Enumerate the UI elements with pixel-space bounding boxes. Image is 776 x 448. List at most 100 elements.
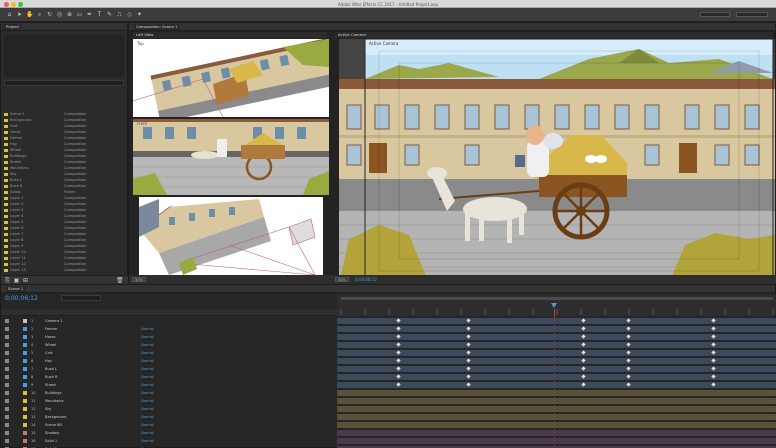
layer-name[interactable]: Camera 1 xyxy=(45,317,63,324)
layer-mode[interactable]: Normal xyxy=(141,325,154,332)
layer-track[interactable] xyxy=(337,397,776,405)
layer-label-color[interactable] xyxy=(23,399,27,403)
layer-duration-bar[interactable] xyxy=(337,366,776,372)
layer-mode[interactable]: Normal xyxy=(141,381,154,388)
layer-track[interactable] xyxy=(337,317,776,325)
zoom-tool-icon[interactable]: ⌕ xyxy=(36,11,43,18)
layer-mode[interactable]: Normal xyxy=(141,341,154,348)
eye-icon[interactable] xyxy=(5,335,9,339)
timeline-search-input[interactable] xyxy=(61,295,101,301)
layer-label-color[interactable] xyxy=(23,407,27,411)
layer-name[interactable]: Solid 1 xyxy=(45,437,57,444)
layer-name[interactable]: Horse xyxy=(45,333,55,340)
layer-track[interactable] xyxy=(337,429,776,437)
pen-tool-icon[interactable]: ✒ xyxy=(86,11,93,18)
layer-row[interactable]: 3 Horse Normal xyxy=(1,333,337,341)
puppet-tool-icon[interactable]: ✦ xyxy=(136,11,143,18)
project-search-input[interactable] xyxy=(4,80,124,86)
layer-label-color[interactable] xyxy=(23,319,27,323)
eye-icon[interactable] xyxy=(5,375,9,379)
eye-icon[interactable] xyxy=(5,351,9,355)
tab-active-camera[interactable]: Active Camera xyxy=(335,32,369,38)
layer-mode[interactable]: Normal xyxy=(141,333,154,340)
layer-row[interactable]: 6 Hay Normal xyxy=(1,357,337,365)
layer-label-color[interactable] xyxy=(23,327,27,331)
tab-left-view[interactable]: Left View xyxy=(133,32,157,38)
layer-duration-bar[interactable] xyxy=(337,318,776,324)
tab-composition[interactable]: Composition: Scene 1 xyxy=(133,24,181,30)
tab-project[interactable]: Project xyxy=(3,24,22,30)
layer-mode[interactable]: Normal xyxy=(141,349,154,356)
layer-track[interactable] xyxy=(337,437,776,445)
layer-name[interactable]: Farmer xyxy=(45,325,58,332)
layer-row[interactable]: 5 Cart Normal xyxy=(1,349,337,357)
tab-timeline[interactable]: Scene 1 xyxy=(5,286,27,292)
camera-tool-icon[interactable]: ◎ xyxy=(56,11,63,18)
rectangle-tool-icon[interactable]: ▭ xyxy=(76,11,83,18)
layer-name[interactable]: Scene BG xyxy=(45,421,62,428)
layer-duration-bar[interactable] xyxy=(337,342,776,348)
layer-track[interactable] xyxy=(337,413,776,421)
layer-mode[interactable]: Normal xyxy=(141,357,154,364)
layer-name[interactable]: Hay xyxy=(45,357,52,364)
layer-track[interactable] xyxy=(337,349,776,357)
layer-duration-bar[interactable] xyxy=(337,326,776,332)
search-help-input[interactable] xyxy=(736,12,768,17)
eye-icon[interactable] xyxy=(5,415,9,419)
layer-row[interactable]: 1 Camera 1 xyxy=(1,317,337,325)
eye-icon[interactable] xyxy=(5,423,9,427)
layer-duration-bar[interactable] xyxy=(337,430,776,436)
layer-track[interactable] xyxy=(337,357,776,365)
layer-mode[interactable]: Normal xyxy=(141,413,154,420)
layer-duration-bar[interactable] xyxy=(337,374,776,380)
layer-mode[interactable]: Normal xyxy=(141,373,154,380)
layer-row[interactable]: 12 Sky Normal xyxy=(1,405,337,413)
layer-mode[interactable]: Normal xyxy=(141,429,154,436)
eye-icon[interactable] xyxy=(5,327,9,331)
eye-icon[interactable] xyxy=(5,367,9,371)
trash-icon[interactable]: 🗑 xyxy=(116,277,124,284)
layer-label-color[interactable] xyxy=(23,367,27,371)
layer-duration-bar[interactable] xyxy=(337,390,776,396)
layer-name[interactable]: Bush L xyxy=(45,365,57,372)
layer-mode[interactable]: Normal xyxy=(141,421,154,428)
home-icon[interactable]: ⌂ xyxy=(6,11,13,18)
layer-row[interactable]: 2 Farmer Normal xyxy=(1,325,337,333)
layer-duration-bar[interactable] xyxy=(337,334,776,340)
layer-row[interactable]: 4 Wheel Normal xyxy=(1,341,337,349)
layer-track[interactable] xyxy=(337,389,776,397)
project-item[interactable]: Layer 13 Composition xyxy=(4,267,122,273)
layer-row[interactable]: 13 Background Normal xyxy=(1,413,337,421)
time-ruler[interactable] xyxy=(337,295,776,316)
layer-name[interactable]: Mountains xyxy=(45,397,64,404)
view-top[interactable]: Top xyxy=(133,39,329,117)
active-camera-view[interactable]: Active Camera xyxy=(339,39,775,283)
eye-icon[interactable] xyxy=(5,343,9,347)
layer-duration-bar[interactable] xyxy=(337,358,776,364)
eraser-tool-icon[interactable]: ◇ xyxy=(126,11,133,18)
eye-icon[interactable] xyxy=(5,399,9,403)
eye-icon[interactable] xyxy=(5,439,9,443)
layer-name[interactable]: Buildings xyxy=(45,389,61,396)
hand-tool-icon[interactable]: ✋ xyxy=(26,11,33,18)
layer-mode[interactable]: Normal xyxy=(141,397,154,404)
layer-row[interactable]: 11 Mountains Normal xyxy=(1,397,337,405)
layer-name[interactable]: Bush R xyxy=(45,373,58,380)
magnification-dropdown[interactable]: 50% xyxy=(132,276,146,282)
pan-behind-tool-icon[interactable]: ⊕ xyxy=(66,11,73,18)
layer-track[interactable] xyxy=(337,405,776,413)
eye-icon[interactable] xyxy=(5,359,9,363)
layer-label-color[interactable] xyxy=(23,375,27,379)
layer-label-color[interactable] xyxy=(23,343,27,347)
new-composition-icon[interactable]: ⊞ xyxy=(22,277,29,284)
comp-timecode[interactable]: 0;00;06;12 xyxy=(355,277,377,282)
eye-icon[interactable] xyxy=(5,431,9,435)
active-magnification-dropdown[interactable]: 50% xyxy=(335,276,349,282)
layer-row[interactable]: 14 Scene BG Normal xyxy=(1,421,337,429)
layer-duration-bar[interactable] xyxy=(337,406,776,412)
layer-label-color[interactable] xyxy=(23,383,27,387)
layer-track[interactable] xyxy=(337,341,776,349)
eye-icon[interactable] xyxy=(5,407,9,411)
timeline-timecode[interactable]: 0;00;06;12 xyxy=(5,295,38,302)
layer-duration-bar[interactable] xyxy=(337,350,776,356)
